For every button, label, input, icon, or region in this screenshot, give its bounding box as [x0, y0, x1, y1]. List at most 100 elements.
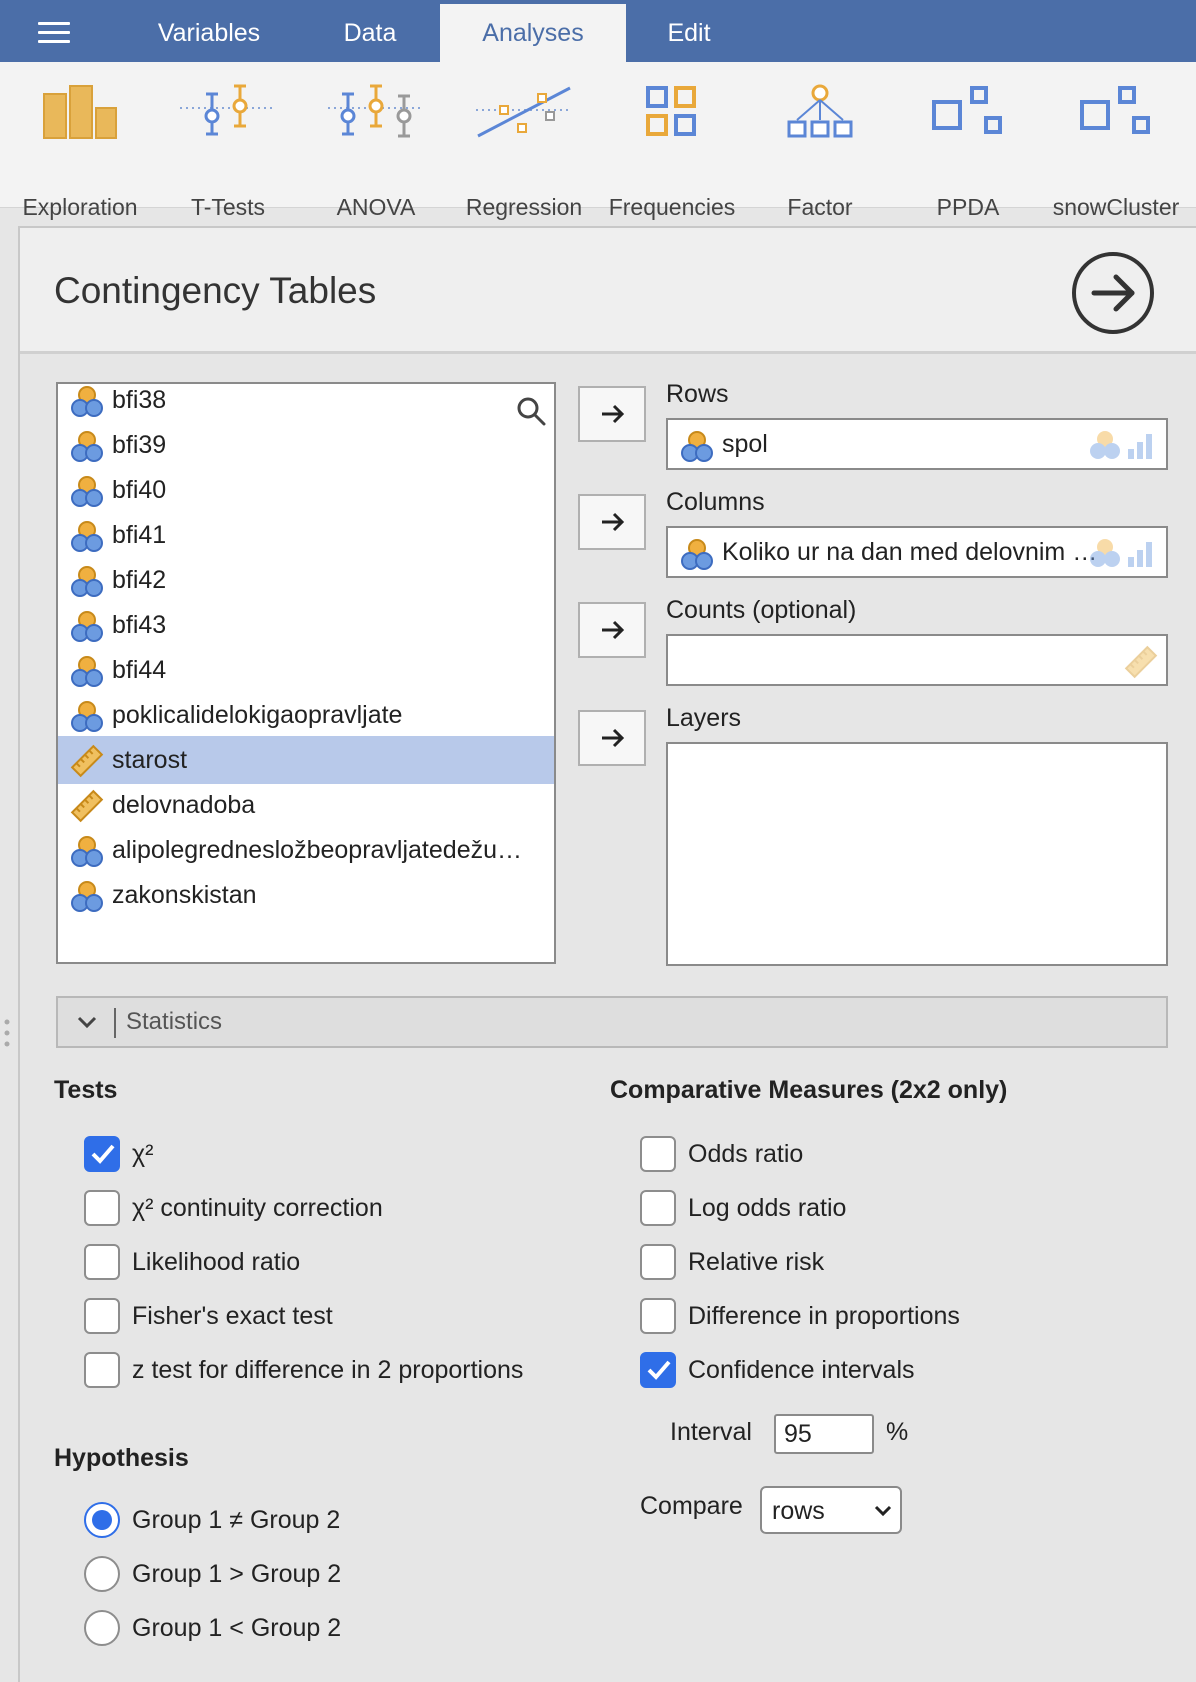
variable-name: starost — [112, 746, 188, 774]
rows-label: Rows — [666, 380, 729, 408]
exploration-icon — [43, 85, 117, 139]
ribbon-label: ANOVA — [336, 194, 416, 220]
list-item[interactable]: bfi42 — [58, 556, 554, 604]
list-item[interactable]: alipolegrednesložbeopravljatedežu… — [58, 826, 554, 874]
counts-box[interactable] — [666, 634, 1168, 686]
hypothesis-greater-radio[interactable] — [84, 1556, 120, 1592]
confidence-intervals-label: Confidence intervals — [688, 1356, 915, 1384]
layers-label: Layers — [666, 704, 742, 732]
tab-edit[interactable]: Edit — [626, 4, 752, 62]
hypothesis-less-radio[interactable] — [84, 1610, 120, 1646]
ribbon-anova[interactable]: ANOVA — [302, 84, 450, 220]
variable-name: bfi39 — [112, 431, 167, 459]
tests-heading: Tests — [54, 1076, 118, 1104]
search-icon[interactable] — [516, 396, 546, 426]
ribbon-label: T-Tests — [190, 194, 266, 220]
move-to-layers-button[interactable] — [578, 710, 646, 766]
log-odds-ratio-label: Log odds ratio — [688, 1194, 847, 1222]
hypothesis-not-equal-radio[interactable] — [84, 1502, 120, 1538]
variable-name: alipolegrednesložbeopravljatedežu… — [112, 836, 522, 864]
move-to-columns-button[interactable] — [578, 494, 646, 550]
list-item[interactable]: bfi40 — [58, 466, 554, 514]
compare-label: Compare — [640, 1492, 743, 1520]
difference-in-proportions-checkbox[interactable] — [640, 1298, 676, 1334]
ribbon-ppda[interactable]: PPDA — [894, 84, 1042, 220]
nominal-variable-icon — [71, 611, 103, 642]
checkmark-icon — [91, 1144, 115, 1164]
list-item[interactable]: bfi39 — [58, 421, 554, 469]
nominal-ordinal-hint-icon — [1090, 539, 1152, 567]
frequencies-icon — [646, 86, 696, 136]
run-analysis-button[interactable] — [1072, 252, 1154, 334]
ribbon-frequencies[interactable]: Frequencies — [598, 84, 746, 220]
arrow-right-icon — [602, 620, 625, 640]
columns-label: Columns — [666, 488, 765, 516]
arrow-right-icon — [602, 728, 625, 748]
list-item[interactable]: bfi38 — [58, 384, 554, 424]
ribbon-label: PPDA — [936, 194, 1000, 220]
hamburger-menu-icon[interactable] — [38, 22, 70, 44]
chi-square-continuity-checkbox[interactable] — [84, 1190, 120, 1226]
relative-risk-label: Relative risk — [688, 1248, 825, 1276]
columns-box[interactable]: Koliko ur na dan med delovnim ted… — [666, 526, 1168, 578]
list-item[interactable]: zakonskistan — [58, 871, 554, 919]
list-item[interactable]: poklicalidelokigaopravljate — [58, 691, 554, 739]
layers-box[interactable] — [666, 742, 1168, 966]
compare-select[interactable]: rows — [760, 1486, 902, 1534]
ribbon-snowcluster[interactable]: snowCluster — [1042, 84, 1190, 220]
ribbon-exploration[interactable]: Exploration — [6, 84, 154, 220]
ribbon-regression[interactable]: Regression — [450, 84, 598, 220]
nominal-variable-icon — [71, 566, 103, 597]
list-item[interactable]: bfi41 — [58, 511, 554, 559]
statistics-section-header[interactable]: Statistics — [56, 996, 1168, 1048]
list-item-selected[interactable]: starost — [58, 736, 554, 784]
z-test-checkbox[interactable] — [84, 1352, 120, 1388]
regression-icon — [476, 86, 572, 138]
hypothesis-greater-label: Group 1 > Group 2 — [132, 1560, 342, 1588]
nominal-variable-icon — [71, 881, 103, 912]
nominal-variable-icon — [71, 656, 103, 687]
chi-square-checkbox[interactable] — [84, 1136, 120, 1172]
relative-risk-checkbox[interactable] — [640, 1244, 676, 1280]
nominal-ordinal-hint-icon — [1090, 431, 1152, 459]
ribbon-t-tests[interactable]: T-Tests — [154, 84, 302, 220]
tab-variables[interactable]: Variables — [118, 4, 300, 62]
checkmark-icon — [647, 1360, 671, 1380]
chevron-down-icon — [874, 1505, 892, 1517]
ribbon-label: Exploration — [22, 194, 138, 220]
fishers-exact-checkbox[interactable] — [84, 1298, 120, 1334]
interval-input[interactable]: 95 — [774, 1414, 874, 1454]
variable-name: bfi40 — [112, 476, 167, 504]
nominal-variable-icon — [71, 521, 103, 552]
nominal-variable-icon — [71, 431, 103, 462]
confidence-intervals-checkbox[interactable] — [640, 1352, 676, 1388]
chevron-down-icon — [77, 1016, 97, 1029]
list-item[interactable]: delovnadoba — [58, 781, 554, 829]
rows-box[interactable]: spol — [666, 418, 1168, 470]
tab-analyses[interactable]: Analyses — [440, 4, 626, 62]
log-odds-ratio-checkbox[interactable] — [640, 1190, 676, 1226]
panel-resize-grip-icon[interactable] — [3, 1018, 11, 1048]
move-to-rows-button[interactable] — [578, 386, 646, 442]
odds-ratio-checkbox[interactable] — [640, 1136, 676, 1172]
arrow-right-icon — [602, 512, 625, 532]
counts-label: Counts (optional) — [666, 596, 857, 624]
ribbon-label: Factor — [787, 194, 853, 220]
move-to-counts-button[interactable] — [578, 602, 646, 658]
ribbon-factor[interactable]: Factor — [746, 84, 894, 220]
columns-value: Koliko ur na dan med delovnim ted… — [722, 538, 1102, 566]
fishers-exact-label: Fisher's exact test — [132, 1302, 333, 1330]
variables-list[interactable]: bfi38 bfi39 bfi40 bfi41 bfi42 bfi43 bfi4… — [56, 382, 556, 964]
list-item[interactable]: bfi44 — [58, 646, 554, 694]
continuous-variable-ruler-icon — [70, 744, 104, 778]
likelihood-ratio-checkbox[interactable] — [84, 1244, 120, 1280]
tab-data[interactable]: Data — [300, 4, 440, 62]
panel-header: Contingency Tables — [20, 228, 1196, 354]
panel-title: Contingency Tables — [54, 270, 377, 311]
list-item[interactable]: bfi43 — [58, 601, 554, 649]
variable-name: bfi44 — [112, 656, 167, 684]
ppda-icon — [932, 86, 1002, 134]
nominal-variable-icon — [71, 836, 103, 867]
continuous-ruler-hint-icon — [1124, 645, 1158, 679]
interval-label: Interval — [670, 1418, 752, 1446]
